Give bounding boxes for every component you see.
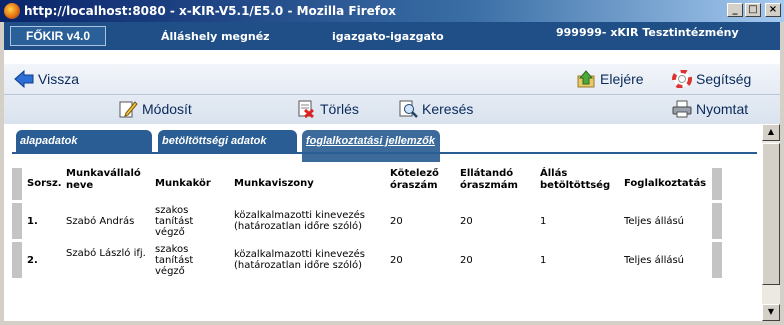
module-title: Álláshely megnéz xyxy=(161,30,270,43)
col-header-fill: Állás betöltöttség xyxy=(540,168,611,191)
maximize-button[interactable]: □ xyxy=(745,3,761,17)
window-title: http://localhost:8080 - x-KIR-V5.1/E5.0 … xyxy=(24,4,396,18)
edit-label: Módosít xyxy=(142,101,192,117)
window-frame-right xyxy=(780,22,784,325)
tab-underline xyxy=(12,152,757,154)
window-titlebar: http://localhost:8080 - x-KIR-V5.1/E5.0 … xyxy=(0,0,784,22)
position-fill: 1 xyxy=(540,255,547,266)
tab-alapadatok[interactable]: alapadatok xyxy=(16,130,152,152)
col-header-name: Munkavállaló neve xyxy=(66,168,141,191)
header-gap xyxy=(4,50,780,64)
employment-type: Teljes állású xyxy=(624,255,685,266)
app-header: FŐKIR v4.0 Álláshely megnéz igazgato-iga… xyxy=(4,22,780,50)
window-frame-bottom xyxy=(0,321,784,325)
col-header-sorsz: Sorsz. xyxy=(27,178,62,189)
toolbar-separator xyxy=(4,94,780,95)
search-icon xyxy=(398,100,418,118)
assigned-hours: 20 xyxy=(460,255,473,266)
employee-name: Szabó László ifj. xyxy=(66,248,146,259)
edit-icon xyxy=(118,100,138,118)
printer-icon xyxy=(672,100,692,118)
row-number: 1. xyxy=(27,216,38,227)
lifebuoy-icon xyxy=(672,69,692,89)
employee-name: Szabó András xyxy=(66,216,135,227)
delete-label: Törlés xyxy=(320,101,359,117)
table-row-marker xyxy=(12,168,22,200)
content-area: alapadatok betöltöttségi adatok foglalko… xyxy=(4,124,780,321)
up-arrow-icon xyxy=(576,70,596,88)
delete-icon xyxy=(296,100,316,119)
table-row-marker xyxy=(12,242,22,278)
tab-foglalkoztatasi-jellemzok[interactable]: foglalkoztatási jellemzők xyxy=(302,130,440,162)
employee-role: szakos tanítást végző xyxy=(155,205,194,238)
col-header-assigned-hours: Ellátandó óraszmám xyxy=(460,168,518,191)
employee-table: Sorsz. Munkavállaló neve Munkakör Munkav… xyxy=(12,168,722,288)
assigned-hours: 20 xyxy=(460,216,473,227)
brand-logo: FŐKIR v4.0 xyxy=(10,26,106,46)
col-header-relation: Munkaviszony xyxy=(234,178,314,189)
col-header-required-hours: Kötelező óraszám xyxy=(390,168,439,191)
back-label: Vissza xyxy=(38,71,79,87)
employee-role: szakos tanítást végző xyxy=(155,244,194,277)
top-label: Elejére xyxy=(600,71,644,87)
required-hours: 20 xyxy=(390,255,403,266)
scroll-thumb[interactable] xyxy=(762,143,780,285)
table-row-marker xyxy=(712,168,722,200)
position-fill: 1 xyxy=(540,216,547,227)
toolbar: Vissza Elejére Segítség Módosít Törlés K… xyxy=(4,64,780,124)
employment-type: Teljes állású xyxy=(624,216,685,227)
employee-relation: közalkalmazotti kinevezés (határozatlan … xyxy=(234,249,366,271)
tab-betoltottsegi-adatok[interactable]: betöltöttségi adatok xyxy=(158,130,297,152)
col-header-role: Munkakör xyxy=(155,178,211,189)
print-label: Nyomtat xyxy=(696,101,749,117)
firefox-icon xyxy=(4,3,20,19)
row-number: 2. xyxy=(27,255,38,266)
table-row-marker xyxy=(12,203,22,239)
search-label: Keresés xyxy=(422,101,474,117)
user-name: igazgato-igazgato xyxy=(332,30,444,43)
employee-relation: közalkalmazotti kinevezés (határozatlan … xyxy=(234,210,366,232)
scroll-down-icon[interactable]: ▼ xyxy=(762,304,780,321)
table-row-marker xyxy=(712,242,722,278)
help-label: Segítség xyxy=(696,71,752,87)
required-hours: 20 xyxy=(390,216,403,227)
minimize-button[interactable]: _ xyxy=(727,3,743,17)
table-row-marker xyxy=(712,203,722,239)
vertical-scrollbar[interactable]: ▲ ▼ xyxy=(762,124,780,321)
institution-name: 999999- xKIR Tesztintézmény xyxy=(556,26,739,39)
back-arrow-icon xyxy=(14,69,34,89)
close-button[interactable]: × xyxy=(765,3,781,17)
col-header-employment: Foglalkoztatás xyxy=(624,178,707,189)
scroll-up-icon[interactable]: ▲ xyxy=(762,124,780,141)
